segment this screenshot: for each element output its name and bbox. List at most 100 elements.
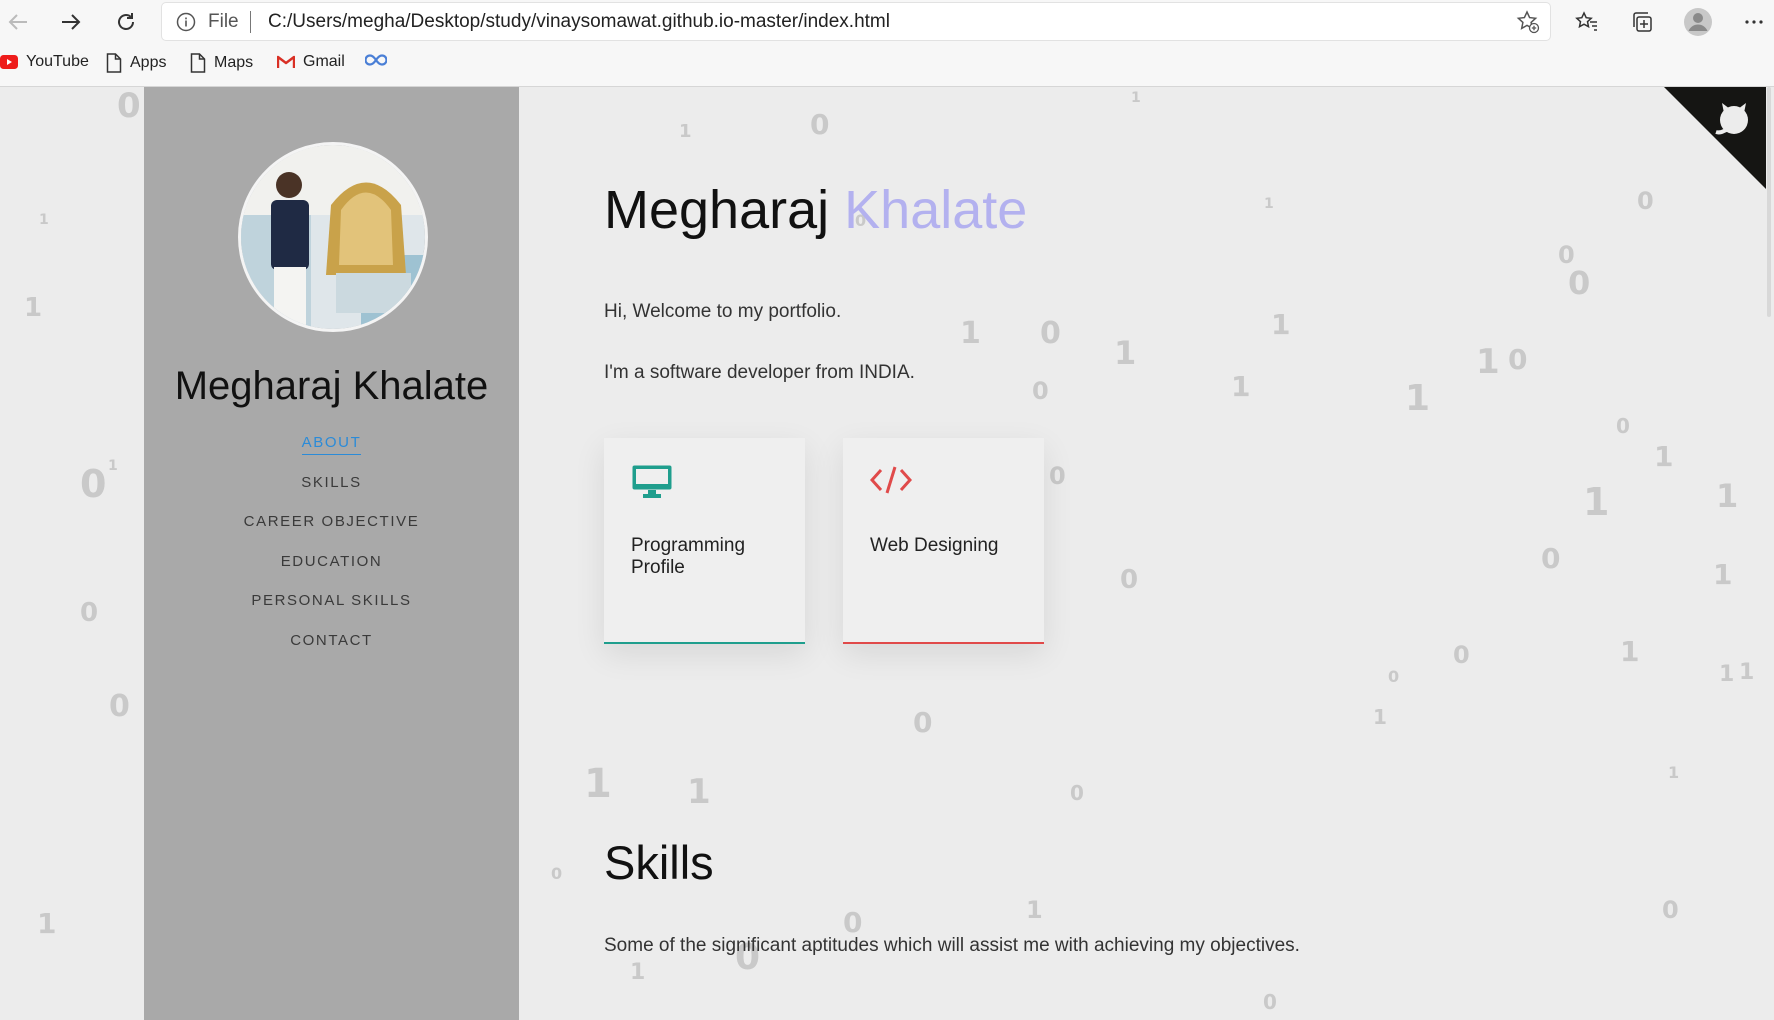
binary-digit: 0: [80, 598, 99, 628]
web-page: 0101101010011011011001011010100101010100…: [0, 87, 1774, 1020]
forward-button[interactable]: [55, 6, 87, 38]
youtube-icon: [0, 55, 18, 69]
bookmarks-bar: YouTube Apps Maps Gmail: [0, 48, 1774, 80]
binary-digit: 1: [24, 293, 43, 323]
add-favorite-icon[interactable]: [1516, 10, 1540, 39]
bookmark-label: Apps: [130, 54, 167, 71]
binary-digit: 1: [1716, 477, 1739, 515]
card-title: Programming Profile: [631, 535, 746, 578]
sidebar-item-personal-skills[interactable]: PERSONAL SKILLS: [144, 591, 519, 631]
more-menu-button[interactable]: [1737, 6, 1771, 38]
address-bar[interactable]: File C:/Users/megha/Desktop/study/vinays…: [162, 3, 1550, 40]
sidebar-item-education[interactable]: EDUCATION: [144, 552, 519, 592]
page-icon: [106, 53, 122, 73]
refresh-button[interactable]: [110, 6, 142, 38]
collections-button[interactable]: [1625, 6, 1659, 38]
skills-heading: Skills: [604, 836, 714, 889]
card-programming-profile[interactable]: Programming Profile: [604, 438, 805, 644]
profile-photo: [238, 142, 428, 332]
bookmark-maps[interactable]: Maps: [190, 53, 253, 73]
url-text[interactable]: C:/Users/megha/Desktop/study/vinaysomawa…: [268, 11, 890, 33]
binary-digit: 0: [551, 864, 563, 883]
binary-digit: 0: [117, 87, 141, 126]
sidebar-name: Megharaj Khalate: [174, 364, 489, 408]
infinity-icon: [365, 54, 387, 66]
bookmark-apps[interactable]: Apps: [106, 53, 166, 73]
binary-digit: 0: [1662, 896, 1679, 924]
page-title: Megharaj Khalate: [604, 179, 1027, 241]
binary-digit: 1: [1114, 334, 1137, 372]
binary-digit: 0: [1616, 414, 1630, 438]
binary-digit: 0: [913, 706, 933, 739]
binary-digit: 0: [1032, 377, 1049, 405]
sidebar-item-skills[interactable]: SKILLS: [144, 473, 519, 513]
binary-digit: 0: [1508, 343, 1528, 376]
monitor-icon: [631, 464, 673, 505]
forward-arrow-icon: [62, 14, 81, 30]
back-button[interactable]: [2, 6, 34, 38]
bookmark-label: Maps: [214, 54, 254, 71]
refresh-icon: [118, 13, 134, 30]
binary-digit: 1: [1271, 308, 1291, 341]
github-corner-link[interactable]: [1664, 87, 1774, 197]
more-dots-icon: [1745, 20, 1763, 24]
profile-avatar-icon: [1684, 8, 1712, 36]
sidebar: Megharaj Khalate ABOUT SKILLS CAREER OBJ…: [144, 87, 519, 1020]
first-name: Megharaj: [604, 180, 830, 240]
binary-digit: 1: [1739, 660, 1755, 685]
binary-digit: 0: [810, 108, 830, 141]
binary-digit: 1: [1620, 635, 1640, 668]
back-arrow-icon: [8, 14, 27, 30]
binary-digit: 1: [1131, 90, 1141, 106]
intro-description: I'm a software developer from INDIA.: [604, 362, 915, 383]
code-icon: [869, 464, 913, 501]
binary-digit: 0: [1541, 542, 1561, 575]
sidebar-item-career-objective[interactable]: CAREER OBJECTIVE: [144, 512, 519, 552]
card-title: Web Designing: [870, 535, 999, 556]
binary-digit: 1: [1719, 662, 1735, 687]
binary-digit: 0: [1388, 667, 1400, 686]
binary-digit: 0: [1049, 462, 1066, 490]
binary-digit: 1: [584, 761, 612, 807]
binary-digit: 0: [80, 462, 107, 506]
info-icon[interactable]: [176, 12, 196, 37]
binary-digit: 0: [1453, 641, 1470, 669]
binary-digit: 1: [630, 960, 646, 985]
bookmark-label: YouTube: [26, 53, 89, 70]
binary-digit: 0: [1120, 565, 1139, 595]
gmail-icon: [277, 55, 295, 68]
binary-digit: 0: [1070, 781, 1084, 805]
binary-digit: 1: [1231, 370, 1251, 403]
bookmark-label: Gmail: [303, 53, 345, 70]
binary-digit: 1: [1405, 378, 1431, 419]
favorites-button[interactable]: [1570, 6, 1604, 38]
binary-digit: 1: [679, 121, 692, 142]
binary-digit: 1: [108, 458, 118, 474]
binary-digit: 1: [1583, 480, 1610, 524]
last-name: Khalate: [844, 180, 1028, 240]
binary-digit: 1: [1026, 896, 1043, 924]
binary-digit: 1: [687, 772, 711, 812]
bookmark-youtube[interactable]: YouTube: [0, 53, 89, 71]
binary-digit: 1: [1264, 196, 1274, 212]
protocol-label: File: [208, 11, 239, 32]
binary-digit: 1: [960, 316, 981, 351]
skills-description: Some of the significant aptitudes which …: [604, 935, 1300, 956]
bookmark-gmail[interactable]: Gmail: [277, 53, 345, 71]
profile-button[interactable]: [1681, 6, 1715, 38]
sidebar-item-contact[interactable]: CONTACT: [144, 631, 519, 671]
binary-digit: 1: [39, 212, 49, 228]
binary-digit: 0: [1263, 990, 1277, 1014]
intro-welcome: Hi, Welcome to my portfolio.: [604, 301, 842, 322]
sidebar-item-about[interactable]: ABOUT: [144, 433, 519, 473]
scrollbar-thumb[interactable]: [1767, 87, 1771, 317]
sidebar-nav: ABOUT SKILLS CAREER OBJECTIVE EDUCATION …: [144, 433, 519, 670]
page-scrollbar[interactable]: [1766, 87, 1774, 1020]
binary-digit: 0: [109, 689, 130, 724]
card-web-designing[interactable]: Web Designing: [843, 438, 1044, 644]
collections-icon: [1633, 12, 1652, 32]
binary-digit: 0: [1637, 187, 1654, 215]
browser-chrome: File C:/Users/megha/Desktop/study/vinays…: [0, 0, 1774, 87]
bookmark-infinity[interactable]: [365, 53, 387, 67]
binary-digit: 1: [1713, 558, 1733, 591]
